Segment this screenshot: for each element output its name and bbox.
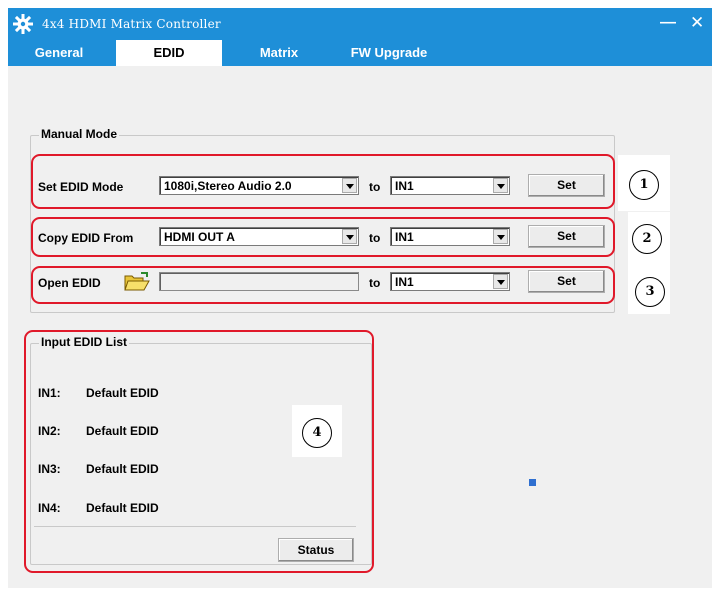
gear-icon	[13, 14, 33, 34]
tab-edid[interactable]: EDID	[116, 40, 222, 66]
callout-4: 4	[302, 418, 332, 448]
marker-icon	[529, 479, 536, 486]
callout-3: 3	[635, 277, 665, 307]
tab-fw-upgrade[interactable]: FW Upgrade	[334, 40, 444, 66]
manual-mode-title: Manual Mode	[39, 127, 120, 141]
highlight-box-2	[31, 217, 615, 257]
title-bar: 4x4 HDMI Matrix Controller — ✕	[8, 8, 712, 40]
tab-bar: General EDID Matrix FW Upgrade	[8, 40, 712, 66]
highlight-box-1	[31, 154, 615, 209]
minimize-icon[interactable]: —	[660, 14, 676, 32]
edid-panel: Manual Mode Set EDID Mode 1080i,Stereo A…	[8, 66, 712, 588]
tab-general[interactable]: General	[18, 40, 100, 66]
close-icon[interactable]: ✕	[690, 13, 704, 33]
highlight-box-3	[31, 266, 615, 304]
window-title: 4x4 HDMI Matrix Controller	[42, 17, 221, 31]
tab-matrix[interactable]: Matrix	[240, 40, 318, 66]
callout-2: 2	[632, 224, 662, 254]
callout-1: 1	[629, 170, 659, 200]
